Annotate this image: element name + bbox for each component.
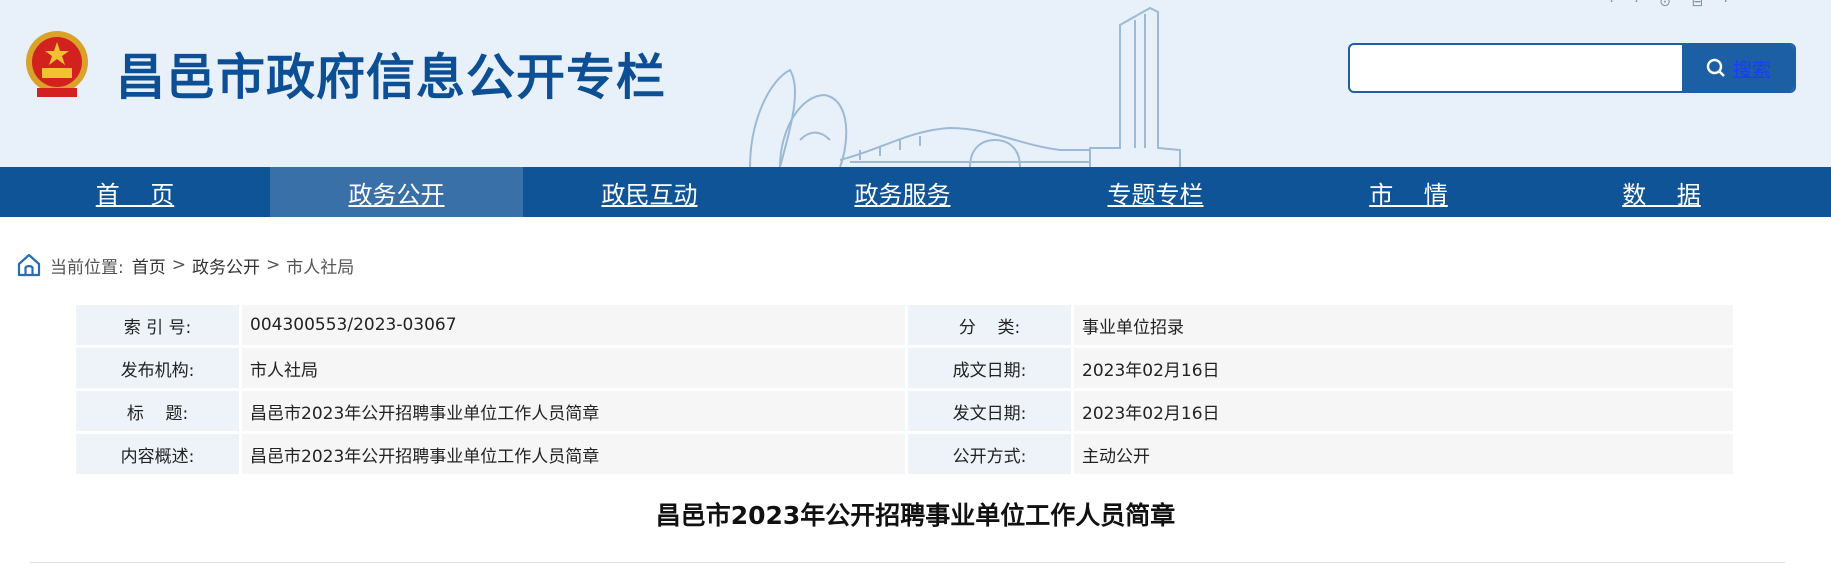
main-nav: 首 页 政务公开 政民互动 政务服务 专题专栏 市 情 数 据 xyxy=(0,167,1831,217)
label-issue-date: 发文日期: xyxy=(908,391,1074,434)
value-category: 事业单位招录 xyxy=(1074,305,1736,348)
breadcrumb: 当前位置: 首页 > 政务公开 > 市人社局 xyxy=(16,252,354,278)
breadcrumb-home-link[interactable]: 首页 xyxy=(132,253,166,278)
city-skyline-illustration xyxy=(749,6,1181,167)
document-info-table: 索 引 号: 004300553/2023-03067 分 类: 事业单位招录 … xyxy=(76,305,1736,477)
site-title: 昌邑市政府信息公开专栏 xyxy=(116,49,667,106)
value-summary: 昌邑市2023年公开招聘事业单位工作人员简章 xyxy=(242,434,908,477)
site-header: 昌邑市政府信息公开专栏 · · ⊙ ⊟ · 搜索 xyxy=(0,0,1831,167)
nav-item-city-info[interactable]: 市 情 xyxy=(1282,167,1535,217)
nav-item-home[interactable]: 首 页 xyxy=(0,167,270,217)
breadcrumb-prefix: 当前位置: xyxy=(50,257,124,278)
search-icon xyxy=(1706,58,1725,77)
nav-item-topics[interactable]: 专题专栏 xyxy=(1029,167,1282,217)
nav-item-gov-affairs[interactable]: 政务公开 xyxy=(270,167,523,217)
nav-item-data[interactable]: 数 据 xyxy=(1535,167,1788,217)
table-row: 内容概述: 昌邑市2023年公开招聘事业单位工作人员简章 公开方式: 主动公开 xyxy=(76,434,1736,477)
nav-item-services[interactable]: 政务服务 xyxy=(776,167,1029,217)
value-publisher: 市人社局 xyxy=(242,348,908,391)
value-index-number: 004300553/2023-03067 xyxy=(242,305,908,348)
breadcrumb-separator: > xyxy=(171,255,186,275)
value-title: 昌邑市2023年公开招聘事业单位工作人员简章 xyxy=(242,391,908,434)
top-utility-icons[interactable]: · · ⊙ ⊟ · xyxy=(1609,0,1736,10)
breadcrumb-current[interactable]: 市人社局 xyxy=(286,253,354,278)
search-button-label[interactable]: 搜索 xyxy=(1733,55,1771,82)
nav-item-interaction[interactable]: 政民互动 xyxy=(523,167,776,217)
table-row: 索 引 号: 004300553/2023-03067 分 类: 事业单位招录 xyxy=(76,305,1736,348)
home-icon xyxy=(17,253,41,277)
value-written-date: 2023年02月16日 xyxy=(1074,348,1736,391)
label-category: 分 类: xyxy=(908,305,1074,348)
value-disclosure-method: 主动公开 xyxy=(1074,434,1736,477)
table-row: 发布机构: 市人社局 成文日期: 2023年02月16日 xyxy=(76,348,1736,391)
table-row: 标 题: 昌邑市2023年公开招聘事业单位工作人员简章 发文日期: 2023年0… xyxy=(76,391,1736,434)
label-summary: 内容概述: xyxy=(76,434,242,477)
search-input[interactable] xyxy=(1350,45,1682,91)
search-box: 搜索 xyxy=(1348,43,1796,93)
divider xyxy=(30,562,1785,563)
label-written-date: 成文日期: xyxy=(908,348,1074,391)
label-disclosure-method: 公开方式: xyxy=(908,434,1074,477)
article-title: 昌邑市2023年公开招聘事业单位工作人员简章 xyxy=(655,501,1176,530)
label-index-number: 索 引 号: xyxy=(76,305,242,348)
breadcrumb-gov-affairs-link[interactable]: 政务公开 xyxy=(192,253,260,278)
label-publisher: 发布机构: xyxy=(76,348,242,391)
breadcrumb-separator: > xyxy=(265,255,281,275)
label-title: 标 题: xyxy=(76,391,242,434)
value-issue-date: 2023年02月16日 xyxy=(1074,391,1736,434)
search-button[interactable]: 搜索 xyxy=(1682,45,1794,91)
national-emblem-icon xyxy=(26,31,88,97)
